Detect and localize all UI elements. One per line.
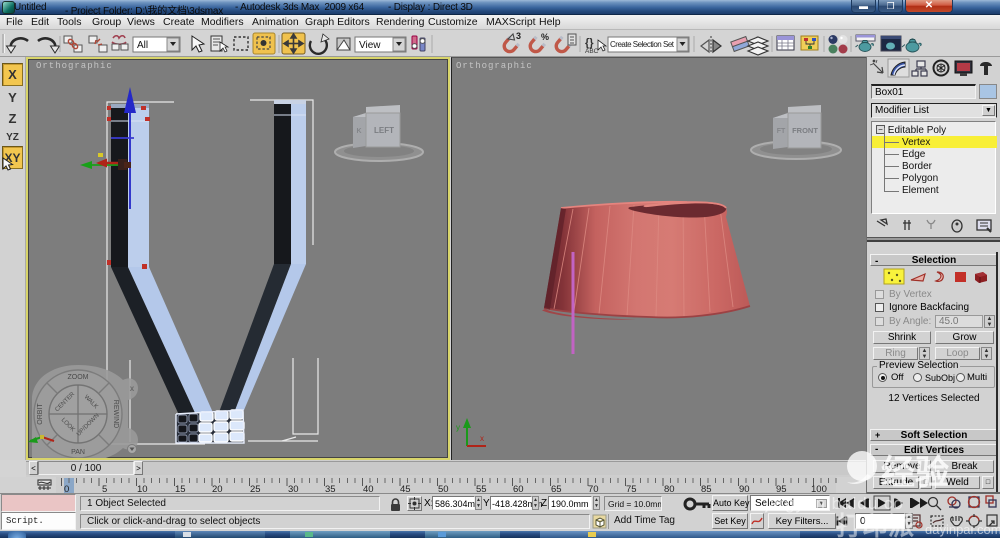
svg-text:REWIND: REWIND: [112, 400, 119, 428]
svg-text:%: %: [541, 32, 549, 42]
svg-text:All: All: [137, 40, 148, 51]
svg-text:3: 3: [516, 31, 521, 41]
svg-text:LEFT: LEFT: [374, 126, 394, 135]
svg-text:View: View: [359, 40, 381, 51]
svg-text:ORBIT: ORBIT: [37, 403, 44, 425]
svg-text:x: x: [480, 434, 484, 443]
svg-text:y: y: [456, 423, 460, 432]
svg-text:FT: FT: [777, 128, 786, 135]
svg-text:K: K: [356, 128, 361, 135]
svg-text:ZOOM: ZOOM: [68, 374, 89, 381]
svg-text:Create Selection Set: Create Selection Set: [610, 40, 675, 49]
svg-text:ABC: ABC: [585, 48, 599, 55]
svg-text:x: x: [130, 384, 135, 393]
svg-text:FRONT: FRONT: [792, 126, 818, 135]
svg-text:PAN: PAN: [71, 449, 85, 456]
